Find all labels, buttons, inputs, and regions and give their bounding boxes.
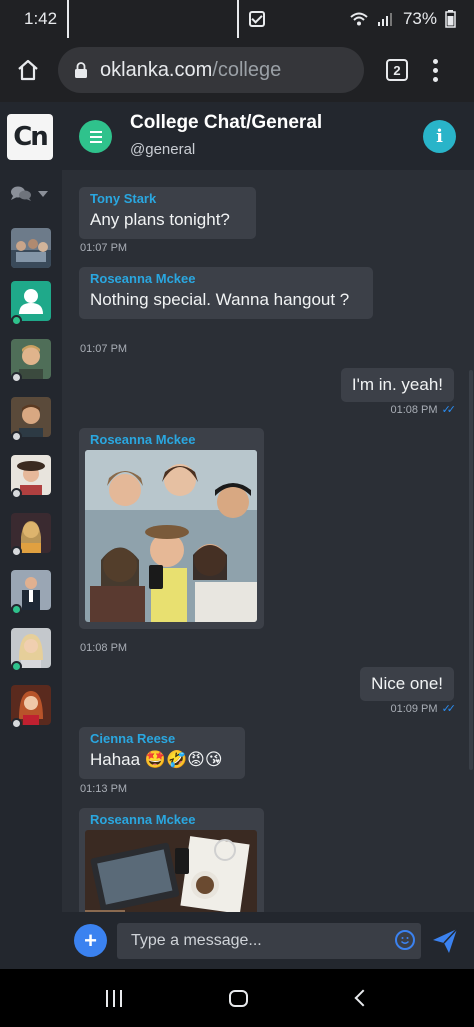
message-input[interactable] bbox=[117, 923, 421, 959]
message-text: Nothing special. Wanna hangout ? bbox=[90, 290, 350, 309]
home-icon bbox=[18, 59, 38, 81]
info-button[interactable]: i bbox=[423, 120, 456, 153]
message-composer: + bbox=[62, 912, 474, 969]
message-bubble-incoming: Roseanna Mckee Nothing special. Wanna ha… bbox=[79, 267, 373, 319]
signal-icon bbox=[377, 13, 392, 26]
message-timestamp: 01:13 PM bbox=[80, 783, 128, 795]
info-icon: i bbox=[436, 126, 443, 147]
hamburger-icon bbox=[89, 130, 102, 133]
message-text: Nice one! bbox=[371, 674, 443, 693]
status-time: 1:42 bbox=[24, 9, 58, 28]
presence-online-indicator bbox=[11, 661, 22, 672]
message-sender[interactable]: Tony Stark bbox=[90, 191, 245, 206]
presence-offline-indicator bbox=[11, 431, 22, 442]
message-timestamp-outgoing: 01:08 PM ✓✓ bbox=[390, 403, 457, 417]
send-button[interactable] bbox=[431, 927, 459, 955]
checkbox-notification-icon bbox=[249, 11, 266, 27]
recent-apps-button[interactable] bbox=[106, 990, 122, 1007]
send-icon bbox=[433, 928, 458, 953]
home-nav-button[interactable] bbox=[229, 990, 248, 1007]
wifi-icon bbox=[350, 12, 368, 26]
recents-icon bbox=[106, 990, 108, 1007]
chat-header: College Chat/General @general i bbox=[62, 102, 474, 170]
message-list[interactable]: Tony Stark Any plans tonight? 01:07 PM R… bbox=[62, 170, 474, 912]
scrollbar[interactable] bbox=[469, 370, 473, 770]
message-bubble-incoming: Cienna Reese Hahaa 🤩🤣😡😘 bbox=[79, 727, 245, 779]
message-time: 01:09 PM bbox=[390, 702, 438, 715]
app-logo[interactable]: Cn bbox=[7, 114, 53, 160]
browser-menu-button[interactable] bbox=[430, 58, 440, 82]
emoji-button[interactable] bbox=[395, 930, 415, 950]
message-sender[interactable]: Roseanna Mckee bbox=[90, 271, 362, 286]
presence-offline-indicator bbox=[11, 488, 22, 499]
message-text: I'm in. yeah! bbox=[351, 375, 443, 394]
presence-offline-indicator bbox=[11, 718, 22, 729]
message-time: 01:08 PM bbox=[390, 403, 438, 416]
attach-button[interactable]: + bbox=[74, 924, 107, 957]
status-bar: 1:42 73% bbox=[0, 0, 474, 106]
message-text: Any plans tonight? bbox=[90, 210, 230, 229]
smiley-icon bbox=[401, 937, 409, 944]
presence-online-indicator bbox=[11, 604, 22, 615]
read-receipt-icon: ✓✓ bbox=[441, 703, 457, 715]
message-sender[interactable]: Roseanna Mckee bbox=[85, 432, 258, 447]
system-nav-bar bbox=[0, 969, 474, 1027]
message-bubble-incoming: Roseanna Mckee bbox=[79, 428, 264, 629]
message-timestamp: 01:08 PM bbox=[80, 642, 128, 654]
sidebar: Cn bbox=[0, 102, 62, 969]
message-sender[interactable]: Roseanna Mckee bbox=[85, 812, 258, 827]
url-domain: oklanka.com bbox=[100, 58, 213, 81]
presence-offline-indicator bbox=[11, 546, 22, 557]
browser-toolbar: oklanka.com/college 2 bbox=[0, 38, 474, 102]
more-vert-icon bbox=[432, 58, 438, 64]
chevron-down-icon bbox=[38, 191, 48, 197]
laptop-desk-photo[interactable] bbox=[85, 830, 257, 912]
chats-dropdown[interactable] bbox=[10, 184, 50, 204]
message-text: Hahaa 🤩🤣😡😘 bbox=[90, 750, 223, 769]
battery-percent: 73% bbox=[402, 9, 437, 28]
url-path: /college bbox=[212, 58, 282, 81]
chat-bubbles-icon bbox=[11, 186, 31, 201]
message-sender[interactable]: Cienna Reese bbox=[90, 731, 234, 746]
chat-handle: @general bbox=[130, 141, 196, 158]
menu-button[interactable] bbox=[79, 120, 112, 153]
chat-title: College Chat/General bbox=[130, 112, 323, 133]
read-receipt-icon: ✓✓ bbox=[441, 404, 457, 416]
battery-icon bbox=[445, 10, 456, 28]
presence-online-indicator bbox=[11, 315, 22, 326]
message-bubble-incoming: Tony Stark Any plans tonight? bbox=[79, 187, 256, 239]
back-button[interactable] bbox=[354, 989, 372, 1007]
lock-icon bbox=[75, 62, 87, 78]
home-button[interactable] bbox=[12, 54, 44, 86]
message-timestamp: 01:07 PM bbox=[80, 242, 128, 254]
address-bar[interactable]: oklanka.com/college bbox=[58, 47, 364, 93]
message-timestamp: 01:07 PM bbox=[80, 343, 128, 355]
message-bubble-incoming: Roseanna Mckee bbox=[79, 808, 264, 912]
message-bubble-outgoing: Nice one! bbox=[360, 667, 454, 701]
presence-offline-indicator bbox=[11, 372, 22, 383]
message-bubble-outgoing: I'm in. yeah! bbox=[340, 368, 454, 402]
tab-switcher-button[interactable]: 2 bbox=[386, 59, 408, 81]
message-timestamp-outgoing: 01:09 PM ✓✓ bbox=[390, 702, 457, 716]
plus-icon: + bbox=[84, 927, 97, 953]
group-selfie-photo[interactable] bbox=[85, 450, 257, 622]
chat-app: Cn College Chat/General @general i Tony … bbox=[0, 102, 474, 969]
group-photo-avatar[interactable] bbox=[11, 228, 51, 268]
